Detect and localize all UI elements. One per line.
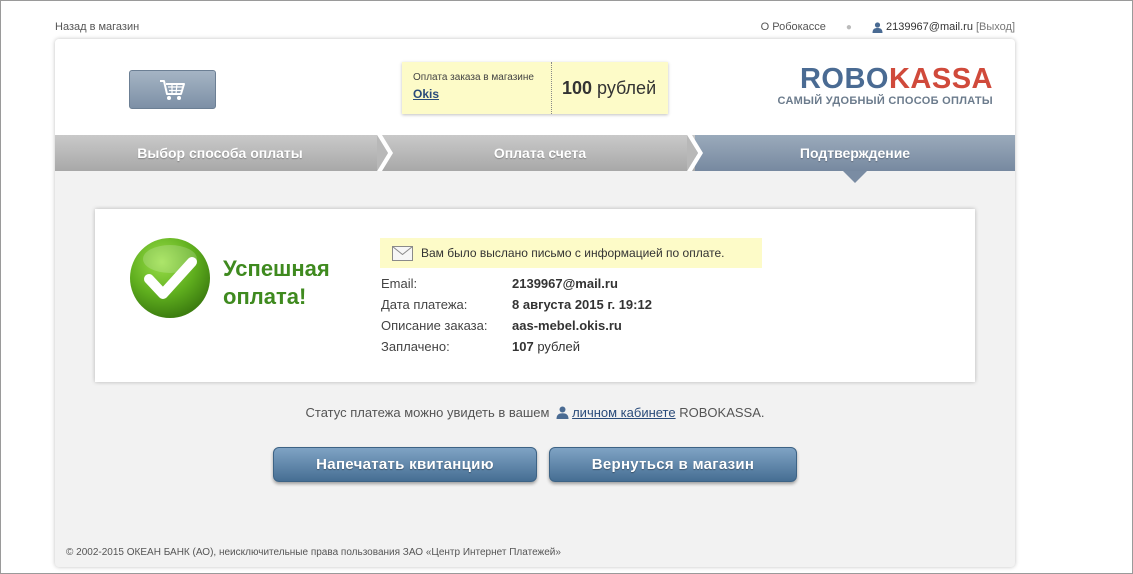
- logo-robo: ROBO: [799, 63, 889, 95]
- step-label: Подтверждение: [799, 145, 911, 161]
- status-text-before: Статус платежа можно увидеть в вашем: [305, 405, 550, 420]
- separator-dot: ●: [845, 21, 852, 33]
- order-amount: 100 рублей: [552, 62, 668, 114]
- envelope-icon: [392, 245, 413, 261]
- detail-row-description: Описание заказа: aas-mebel.okis.ru: [381, 315, 652, 336]
- email-notice: Вам было выслано письмо с информацией по…: [380, 238, 762, 268]
- order-label: Оплата заказа в магазине: [413, 72, 534, 83]
- top-bar: Назад в магазин О Робокассе ● 2139967@ma…: [55, 19, 1015, 35]
- checkmark-icon: [130, 238, 210, 318]
- user-icon: [556, 406, 569, 419]
- shop-link[interactable]: Okis: [413, 87, 551, 101]
- cart-button[interactable]: [129, 70, 216, 109]
- detail-label: Дата платежа:: [381, 297, 468, 312]
- detail-row-paid: Заплачено: 107 рублей: [381, 336, 652, 357]
- notice-text: Вам было выслано письмо с информацией по…: [421, 246, 725, 260]
- step-choose-method: Выбор способа оплаты: [55, 135, 385, 171]
- logo-wordmark: ROBOKASSA: [777, 64, 993, 94]
- step-pay-invoice: Оплата счета: [385, 135, 695, 171]
- footer-copyright: © 2002-2015 ОКЕАН БАНК (АО), неисключите…: [66, 547, 561, 558]
- amount-unit: рублей: [597, 77, 657, 98]
- print-receipt-button[interactable]: Напечатать квитанцию: [273, 447, 537, 482]
- header: Оплата заказа в магазине Okis 100 рублей…: [55, 39, 1015, 135]
- detail-label: Email:: [381, 276, 418, 291]
- detail-value: 2139967@mail.ru: [512, 276, 618, 291]
- order-shop-info: Оплата заказа в магазине Okis: [402, 62, 552, 114]
- top-bar-right: О Робокассе ● 2139967@mail.ru [Выход]: [761, 21, 1015, 33]
- status-text-after: ROBOKASSA.: [679, 405, 765, 420]
- payment-card: Оплата заказа в магазине Okis 100 рублей…: [55, 39, 1015, 567]
- success-title-line1: Успешная: [223, 256, 330, 281]
- cart-icon: [159, 79, 185, 100]
- detail-label: Описание заказа:: [381, 318, 488, 333]
- detail-value: aas-mebel.okis.ru: [512, 318, 622, 333]
- payment-result-panel: Успешная оплата! Вам было выслано письмо…: [95, 209, 975, 382]
- personal-cabinet-link[interactable]: личном кабинете: [572, 405, 676, 420]
- about-robokassa-link[interactable]: О Робокассе: [761, 21, 826, 33]
- user-email[interactable]: 2139967@mail.ru: [886, 21, 973, 33]
- logo-slogan: САМЫЙ УДОБНЫЙ СПОСОБ ОПЛАТЫ: [777, 95, 993, 107]
- success-title: Успешная оплата!: [223, 255, 330, 311]
- active-step-pointer: [843, 171, 867, 183]
- progress-steps: Выбор способа оплаты Оплата счета Подтве…: [55, 135, 1015, 171]
- step-label: Оплата счета: [493, 145, 587, 161]
- step-divider-arrow: [687, 135, 703, 171]
- detail-label: Заплачено:: [381, 339, 450, 354]
- detail-value: 8 августа 2015 г. 19:12: [512, 297, 652, 312]
- user-icon: [872, 21, 883, 33]
- back-to-shop-link[interactable]: Назад в магазин: [55, 21, 139, 33]
- amount-value: 100: [562, 77, 593, 98]
- detail-row-email: Email: 2139967@mail.ru: [381, 273, 652, 294]
- success-title-line2: оплата!: [223, 284, 307, 309]
- detail-value: 107 рублей: [512, 339, 580, 354]
- robokassa-logo: ROBOKASSA САМЫЙ УДОБНЫЙ СПОСОБ ОПЛАТЫ: [777, 64, 993, 107]
- step-label: Выбор способа оплаты: [137, 145, 303, 161]
- step-divider-arrow: [377, 135, 393, 171]
- logo-kassa: KASSA: [888, 63, 993, 95]
- logout-link[interactable]: [Выход]: [976, 21, 1015, 33]
- order-summary: Оплата заказа в магазине Okis 100 рублей: [402, 62, 668, 114]
- step-confirmation: Подтверждение: [695, 135, 1015, 171]
- detail-row-date: Дата платежа: 8 августа 2015 г. 19:12: [381, 294, 652, 315]
- status-message: Статус платежа можно увидеть в вашем лич…: [55, 405, 1015, 420]
- payment-details: Email: 2139967@mail.ru Дата платежа: 8 а…: [381, 273, 652, 357]
- return-to-shop-button[interactable]: Вернуться в магазин: [549, 447, 797, 482]
